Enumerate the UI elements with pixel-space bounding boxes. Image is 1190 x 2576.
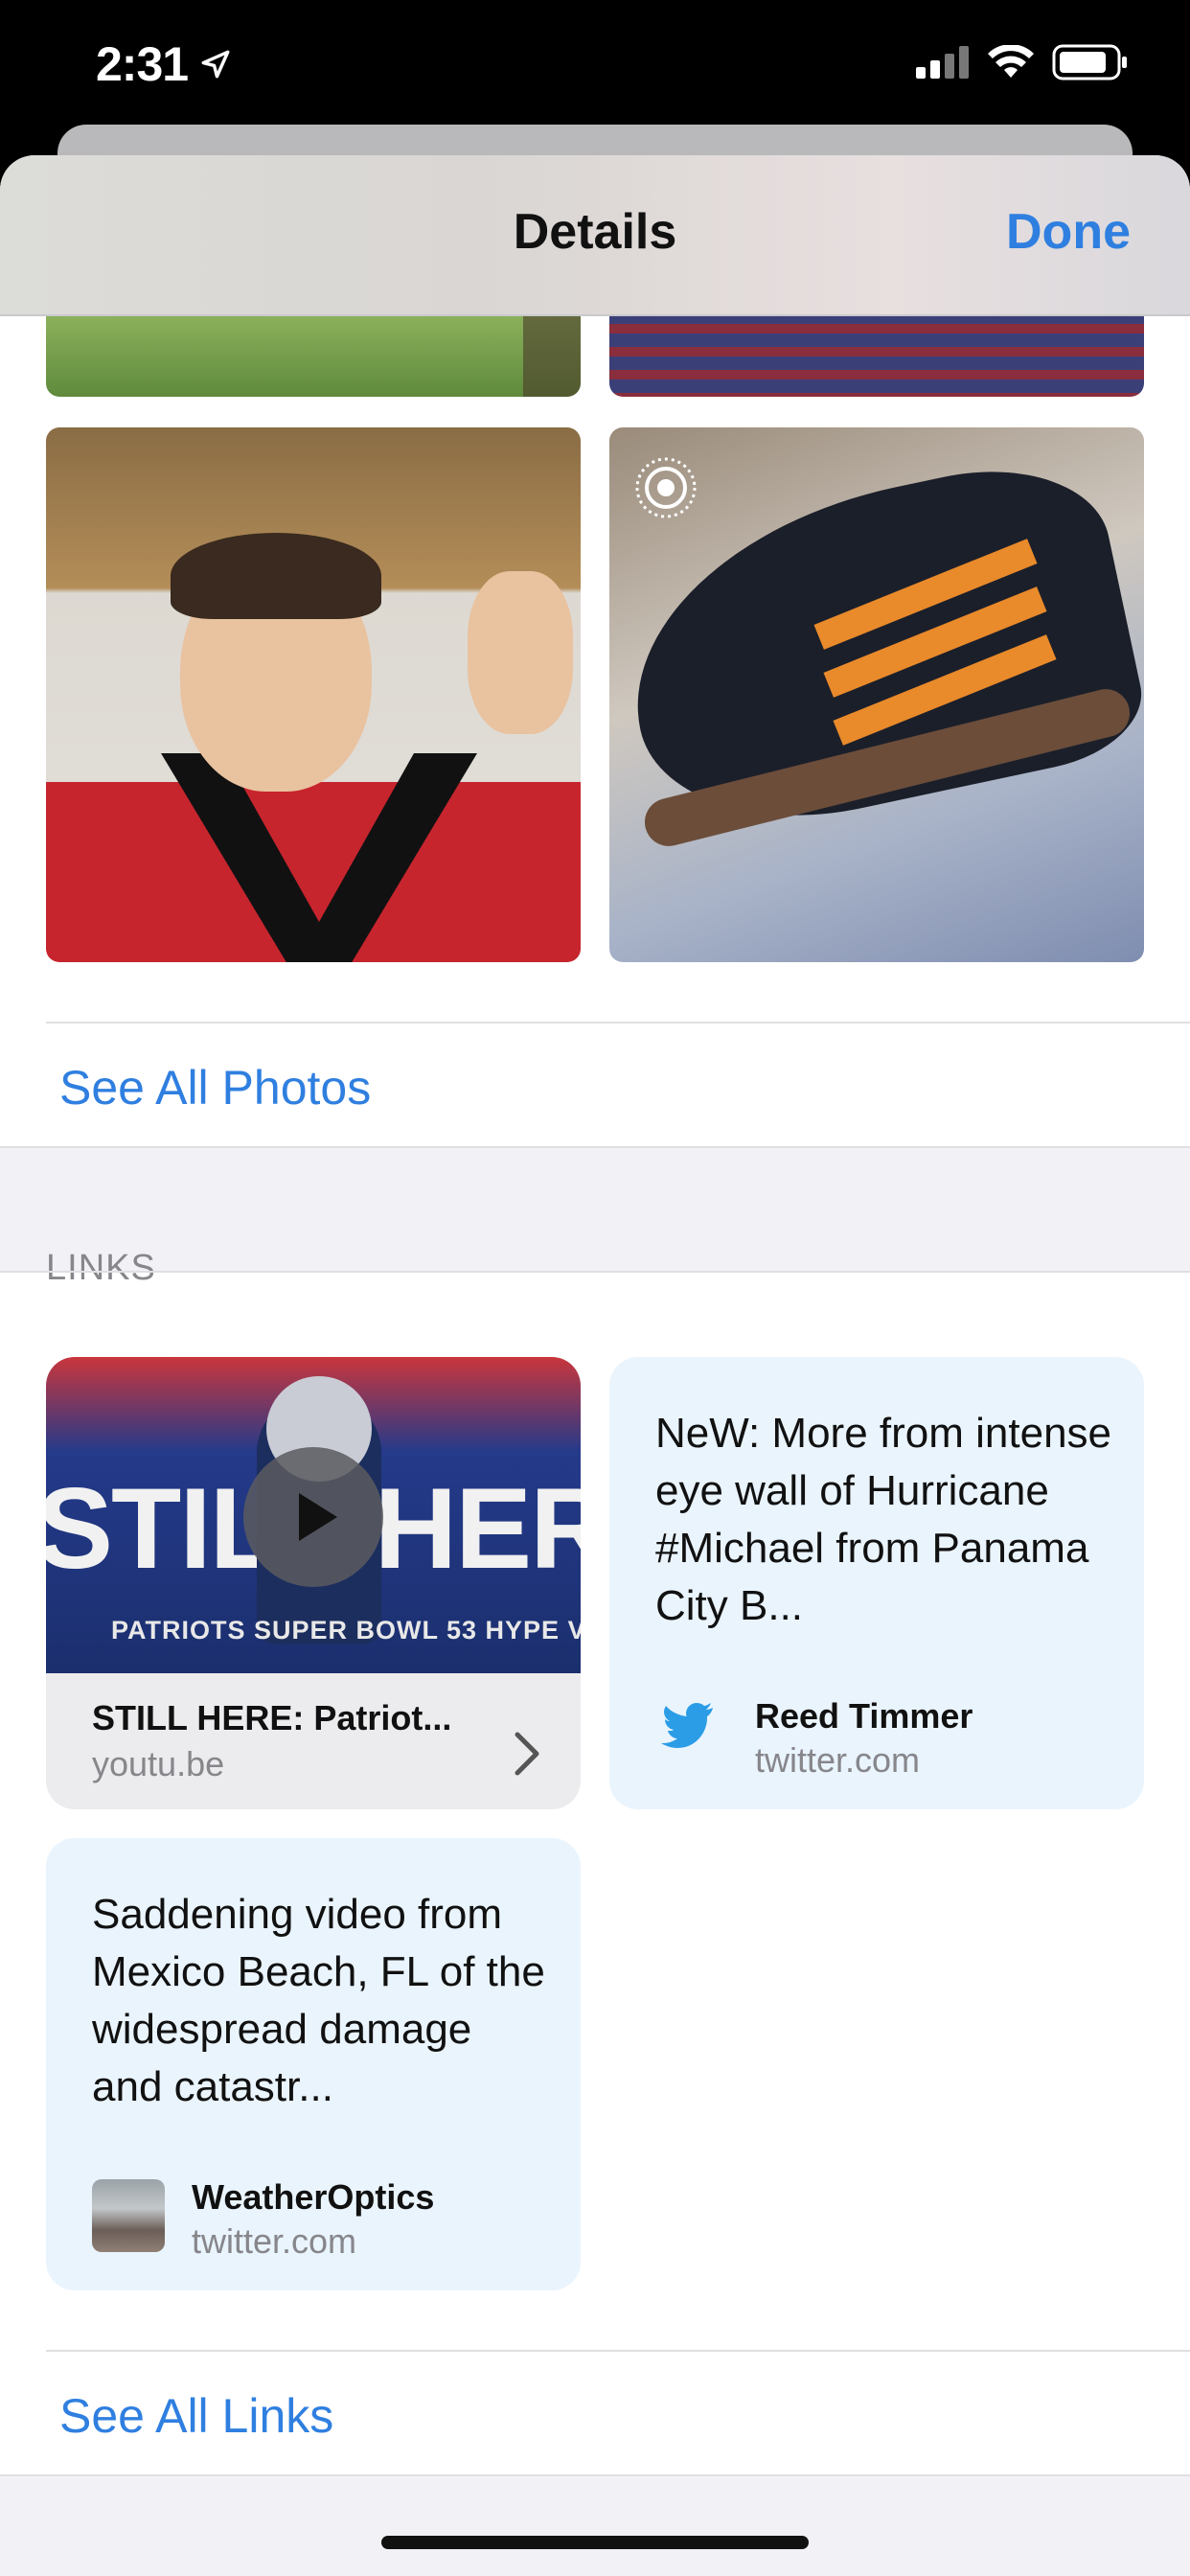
- chevron-right-icon: [515, 1732, 539, 1776]
- live-photo-icon: [635, 457, 697, 518]
- link-card-tweet[interactable]: Saddening video from Mexico Beach, FL of…: [46, 1838, 581, 2290]
- battery-icon: [1052, 44, 1129, 80]
- status-time-text: 2:31: [96, 37, 189, 91]
- twitter-bird-icon: [661, 1703, 713, 1748]
- tweet-author: WeatherOptics: [192, 2177, 435, 2217]
- link-domain: youtu.be: [92, 1744, 225, 1783]
- wifi-icon: [987, 45, 1035, 80]
- see-all-photos-button[interactable]: See All Photos: [59, 1060, 371, 1116]
- divider: [46, 1022, 1190, 1024]
- link-card-tweet[interactable]: NeW: More from intense eye wall of Hurri…: [609, 1357, 1144, 1809]
- home-indicator[interactable]: [381, 2536, 809, 2549]
- video-thumbnail: STILL HERE PATRIOTS SUPER BOWL 53 HYPE V…: [46, 1357, 581, 1673]
- location-arrow-icon: [199, 48, 232, 80]
- photo-thumbnail[interactable]: [46, 427, 581, 962]
- avatar: [92, 2179, 165, 2252]
- bottom-grouped-area: [0, 2476, 1190, 2576]
- tweet-domain: twitter.com: [755, 1740, 921, 1780]
- photo-thumbnail-live[interactable]: [609, 427, 1144, 962]
- see-all-links-button[interactable]: See All Links: [59, 2388, 333, 2444]
- status-bar: 2:31: [0, 0, 1190, 134]
- navigation-bar: Details Done: [0, 155, 1190, 316]
- status-time: 2:31: [96, 36, 232, 92]
- cellular-signal-icon: [916, 46, 970, 79]
- screen: 2:31 Details Done See All Photos LINKS S…: [0, 0, 1190, 2576]
- divider: [46, 2350, 1190, 2352]
- link-title: STILL HERE: Patriot...: [92, 1698, 452, 1737]
- status-icons: [916, 44, 1129, 80]
- play-icon[interactable]: [243, 1447, 383, 1587]
- tweet-domain: twitter.com: [192, 2221, 357, 2261]
- photo-detail: [171, 533, 381, 619]
- link-card-video[interactable]: STILL HERE PATRIOTS SUPER BOWL 53 HYPE V…: [46, 1357, 581, 1809]
- tweet-text: NeW: More from intense eye wall of Hurri…: [655, 1410, 1112, 1629]
- details-sheet: Details Done See All Photos LINKS STILL …: [0, 155, 1190, 2576]
- tweet-text: Saddening video from Mexico Beach, FL of…: [92, 1891, 545, 2110]
- photo-detail: [468, 571, 573, 734]
- divider: [0, 1271, 1190, 1273]
- tweet-author: Reed Timmer: [755, 1696, 973, 1736]
- video-thumbnail-caption: PATRIOTS SUPER BOWL 53 HYPE VIDEO: [111, 1616, 581, 1644]
- done-button[interactable]: Done: [1006, 203, 1131, 261]
